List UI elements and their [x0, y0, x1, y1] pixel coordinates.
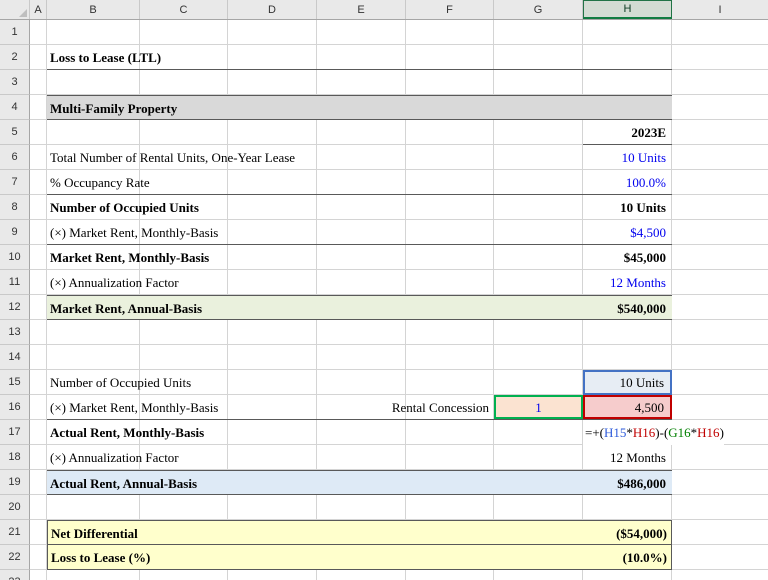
cell-b7-label[interactable]: % Occupancy Rate	[47, 170, 150, 194]
row-header-20[interactable]: 20	[0, 495, 30, 520]
col-header-i[interactable]: I	[672, 0, 768, 19]
col-header-g[interactable]: G	[494, 0, 583, 19]
row-2: Loss to Lease (LTL)	[47, 45, 672, 70]
cell-b9-label[interactable]: (×) Market Rent, Monthly-Basis	[47, 220, 218, 244]
row-22-summary-band: Loss to Lease (%) (10.0%)	[47, 545, 672, 570]
col-header-b[interactable]: B	[47, 0, 140, 19]
cell-b16-label[interactable]: (×) Market Rent, Monthly-Basis	[47, 395, 218, 419]
spreadsheet: A B C D E F G H I 1 2 3 4 5 6 7 8 9 10 1…	[0, 0, 768, 580]
cell-b11-label[interactable]: (×) Annualization Factor	[47, 270, 179, 295]
cell-b10-label[interactable]: Market Rent, Monthly-Basis	[47, 245, 209, 270]
cell-h17-formula-edit[interactable]: =+(H15*H16)-(G16*H16)	[583, 420, 724, 445]
row-7: % Occupancy Rate 100.0%	[47, 170, 672, 195]
row-header-16[interactable]: 16	[0, 395, 30, 420]
row-header-21[interactable]: 21	[0, 520, 30, 545]
row-6: Total Number of Rental Units, One-Year L…	[47, 145, 672, 170]
row-21-summary-band: Net Differential ($54,000)	[47, 520, 672, 545]
row-header-8[interactable]: 8	[0, 195, 30, 220]
formula-part: )-(	[655, 425, 669, 440]
row-header-17[interactable]: 17	[0, 420, 30, 445]
cell-h11-value[interactable]: 12 Months	[583, 270, 672, 295]
cell-b17-label[interactable]: Actual Rent, Monthly-Basis	[47, 420, 204, 445]
cell-h6-value[interactable]: 10 Units	[583, 145, 672, 170]
cell-h8-value[interactable]: 10 Units	[583, 195, 672, 220]
row-16: (×) Market Rent, Monthly-Basis Rental Co…	[47, 395, 672, 420]
cell-e16-concession-label[interactable]: Rental Concession	[317, 395, 494, 419]
row-header-2[interactable]: 2	[0, 45, 30, 70]
row-header-18[interactable]: 18	[0, 445, 30, 470]
row-17: Actual Rent, Monthly-Basis =+(H15*H16)-(…	[47, 420, 724, 445]
column-headers: A B C D E F G H I	[0, 0, 768, 20]
row-5: 2023E	[47, 120, 672, 145]
row-10: Market Rent, Monthly-Basis $45,000	[47, 245, 672, 270]
cell-b22-label[interactable]: Loss to Lease (%)	[48, 545, 150, 569]
cell-h22-value[interactable]: (10.0%)	[584, 545, 673, 569]
cell-h12-value[interactable]: $540,000	[583, 296, 672, 319]
col-header-h-selected[interactable]: H	[583, 0, 672, 19]
formula-ref-h15: H15	[604, 425, 627, 440]
cell-b4-section-header[interactable]: Multi-Family Property	[47, 96, 177, 119]
cell-b15-label[interactable]: Number of Occupied Units	[47, 370, 191, 395]
cell-b18-label[interactable]: (×) Annualization Factor	[47, 445, 179, 470]
cell-h7-value[interactable]: 100.0%	[583, 170, 672, 194]
row-header-23[interactable]: 23	[0, 570, 30, 580]
cell-h5-year-header[interactable]: 2023E	[583, 120, 672, 145]
row-18: (×) Annualization Factor 12 Months	[47, 445, 672, 470]
col-header-c[interactable]: C	[140, 0, 228, 19]
cell-h21-value[interactable]: ($54,000)	[584, 521, 673, 544]
row-header-5[interactable]: 5	[0, 120, 30, 145]
col-header-e[interactable]: E	[317, 0, 406, 19]
formula-ref-h16: H16	[632, 425, 656, 440]
row-header-12[interactable]: 12	[0, 295, 30, 320]
row-15: Number of Occupied Units 10 Units	[47, 370, 672, 395]
row-11: (×) Annualization Factor 12 Months	[47, 270, 672, 295]
cell-b21-label[interactable]: Net Differential	[48, 521, 138, 544]
col-header-d[interactable]: D	[228, 0, 317, 19]
cell-b6-label[interactable]: Total Number of Rental Units, One-Year L…	[47, 145, 295, 170]
formula-part: =+(	[585, 425, 604, 440]
cell-h15-referenced[interactable]: 10 Units	[583, 370, 672, 395]
row-header-9[interactable]: 9	[0, 220, 30, 245]
cell-h18-value[interactable]: 12 Months	[583, 445, 672, 470]
row-header-1[interactable]: 1	[0, 20, 30, 45]
cell-h10-value[interactable]: $45,000	[583, 245, 672, 270]
cell-h9-value[interactable]: $4,500	[583, 220, 672, 244]
row-header-11[interactable]: 11	[0, 270, 30, 295]
formula-ref-h16-2: H16	[697, 425, 720, 440]
formula-part: )	[719, 425, 724, 440]
row-9: (×) Market Rent, Monthly-Basis $4,500	[47, 220, 672, 245]
cell-b12-label[interactable]: Market Rent, Annual-Basis	[47, 296, 202, 319]
row-header-6[interactable]: 6	[0, 145, 30, 170]
cell-h16-referenced[interactable]: 4,500	[583, 395, 672, 419]
row-19-total-band: Actual Rent, Annual-Basis $486,000	[47, 470, 672, 495]
cell-b19-label[interactable]: Actual Rent, Annual-Basis	[47, 471, 197, 494]
cell-h19-value[interactable]: $486,000	[583, 471, 672, 494]
cell-g16-input[interactable]: 1	[494, 395, 583, 419]
row-header-3[interactable]: 3	[0, 70, 30, 95]
formula-ref-g16: G16	[668, 425, 691, 440]
row-header-19[interactable]: 19	[0, 470, 30, 495]
row-header-7[interactable]: 7	[0, 170, 30, 195]
row-header-4[interactable]: 4	[0, 95, 30, 120]
select-all-corner[interactable]	[0, 0, 30, 19]
row-header-22[interactable]: 22	[0, 545, 30, 570]
cell-b2-title[interactable]: Loss to Lease (LTL)	[47, 45, 161, 69]
row-header-10[interactable]: 10	[0, 245, 30, 270]
col-header-a[interactable]: A	[30, 0, 47, 19]
row-4-section-band: Multi-Family Property	[47, 95, 672, 120]
row-header-13[interactable]: 13	[0, 320, 30, 345]
row-header-14[interactable]: 14	[0, 345, 30, 370]
cell-b8-label[interactable]: Number of Occupied Units	[47, 195, 199, 220]
row-12-total-band: Market Rent, Annual-Basis $540,000	[47, 295, 672, 320]
row-8: Number of Occupied Units 10 Units	[47, 195, 672, 220]
col-header-f[interactable]: F	[406, 0, 494, 19]
row-header-15[interactable]: 15	[0, 370, 30, 395]
